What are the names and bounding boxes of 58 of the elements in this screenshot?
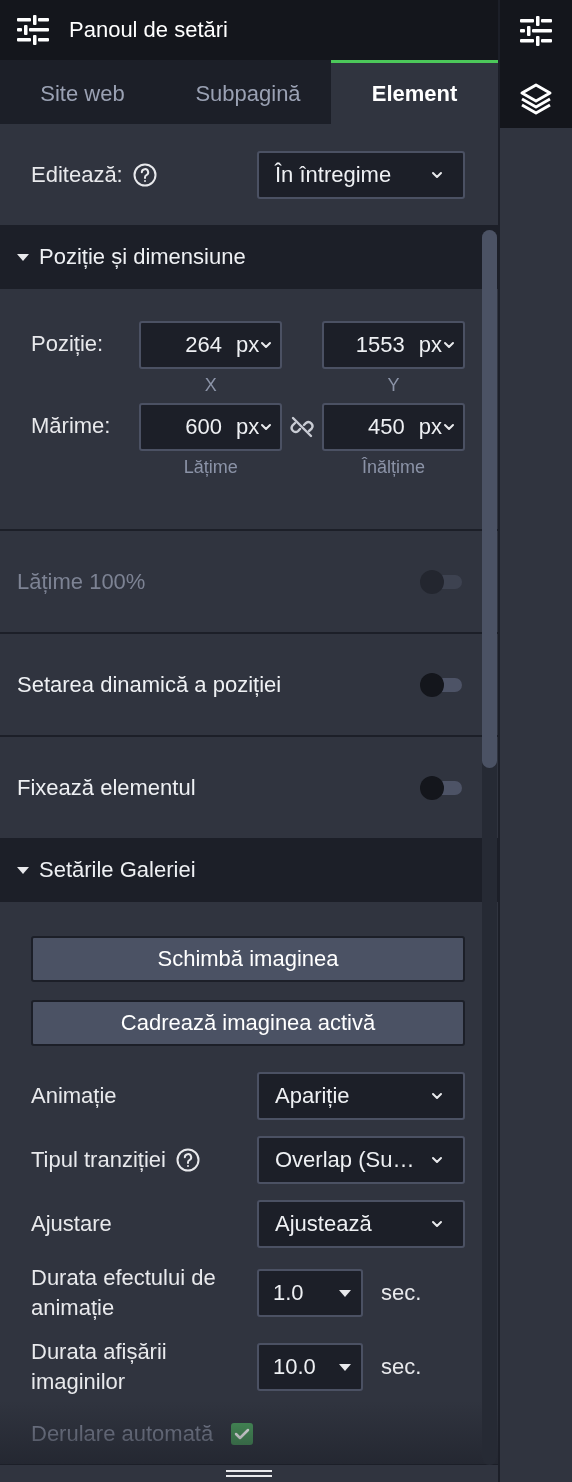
- unlink-icon[interactable]: [289, 415, 316, 440]
- field-label: Ajustare: [31, 1211, 112, 1238]
- number-field[interactable]: 264 px: [139, 321, 283, 370]
- chevron-down-icon: [431, 1092, 443, 1101]
- toggle-switch[interactable]: [420, 775, 462, 800]
- chevron-down-icon: [431, 170, 443, 179]
- layers-icon[interactable]: [519, 82, 553, 116]
- chevron-down-icon: [260, 423, 273, 432]
- dropdown[interactable]: Ajustează: [257, 1200, 465, 1249]
- field-label: Editează:: [31, 161, 123, 188]
- dropdown[interactable]: În întregime: [257, 150, 465, 199]
- field-caption: Lățime: [183, 456, 238, 480]
- section-header[interactable]: Poziție și dimensiune: [0, 225, 498, 290]
- caret-down-icon: [339, 1289, 351, 1297]
- chevron-down-icon: [431, 1220, 443, 1229]
- resize-grip-icon[interactable]: [226, 1470, 272, 1478]
- caret-down-icon: [339, 1363, 351, 1371]
- field-label: Durata efectului de animație: [31, 1264, 217, 1323]
- field-label: Mărime:: [31, 412, 112, 440]
- tab[interactable]: Subpagină: [165, 60, 331, 125]
- help-icon[interactable]: [175, 1148, 200, 1173]
- chevron-down-icon: [431, 1156, 443, 1165]
- section-header[interactable]: Setările Galeriei: [0, 838, 498, 903]
- unit-label: sec.: [381, 1280, 422, 1307]
- chevron-down-icon: [443, 341, 455, 350]
- number-dropdown[interactable]: 10.0: [257, 1343, 363, 1392]
- field-label: Tipul tranziției: [31, 1147, 166, 1174]
- tab[interactable]: Site web: [0, 60, 165, 125]
- field-label: Derulare automată: [31, 1421, 214, 1448]
- field-label: Animație: [31, 1083, 117, 1110]
- number-dropdown[interactable]: 1.0: [257, 1269, 363, 1318]
- unit-label: sec.: [381, 1354, 422, 1381]
- dropdown[interactable]: Apariție: [257, 1072, 465, 1121]
- field-label: Poziție:: [31, 330, 105, 358]
- field-caption: Y: [387, 374, 400, 398]
- sliders-icon[interactable]: [17, 15, 49, 46]
- number-field[interactable]: 1553 px: [322, 321, 465, 370]
- dropdown[interactable]: Overlap (Su…: [257, 1136, 465, 1185]
- field-caption: Înălțime: [362, 456, 425, 480]
- help-icon[interactable]: [132, 162, 157, 187]
- caret-down-icon: [17, 254, 29, 261]
- toggle-switch[interactable]: [420, 672, 462, 697]
- tab[interactable]: Element: [331, 60, 498, 125]
- chevron-down-icon: [443, 423, 455, 432]
- number-field[interactable]: 450 px: [322, 403, 465, 452]
- field-caption: X: [204, 374, 217, 398]
- chevron-down-icon: [260, 341, 273, 350]
- action-button[interactable]: Cadrează imaginea activă: [31, 1000, 465, 1047]
- number-field[interactable]: 600 px: [139, 403, 283, 452]
- toggle-label: Setarea dinamică a poziției: [17, 671, 282, 698]
- scrollbar[interactable]: [482, 230, 497, 1465]
- panel-title: Panoul de setări: [69, 17, 228, 44]
- caret-down-icon: [17, 866, 29, 874]
- toggle-label: Fixează elementul: [17, 774, 196, 801]
- sliders-icon[interactable]: [520, 16, 552, 46]
- action-button[interactable]: Schimbă imaginea: [31, 936, 465, 983]
- toggle-label: Lățime 100%: [17, 568, 146, 595]
- field-label: Durata afișării imaginilor: [31, 1338, 168, 1397]
